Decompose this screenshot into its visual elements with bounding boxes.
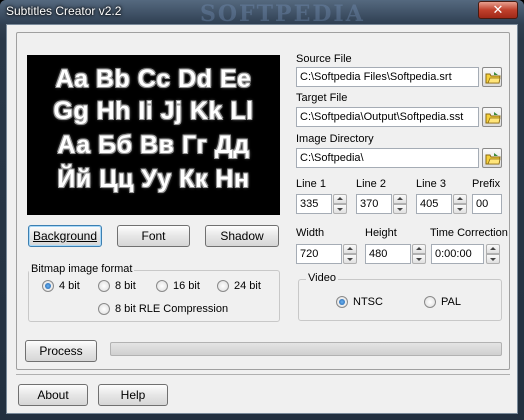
line2-field[interactable]: 370 <box>356 194 392 214</box>
help-button[interactable]: Help <box>98 384 168 406</box>
target-file-label: Target File <box>296 92 348 104</box>
font-button-label: Font <box>141 229 166 243</box>
background-button[interactable]: Background <box>28 225 102 247</box>
height-field[interactable]: 480 <box>365 244 411 264</box>
prefix-field[interactable]: 00 <box>472 194 502 214</box>
radio-8bit-rle[interactable]: 8 bit RLE Compression <box>98 302 228 316</box>
radio-4bit[interactable]: 4 bit <box>42 279 80 293</box>
prefix-label: Prefix <box>472 178 501 190</box>
radio-ntsc-label: NTSC <box>353 296 383 308</box>
radio-4bit-label: 4 bit <box>59 280 80 292</box>
radio-selected-icon <box>42 280 54 292</box>
radio-ntsc[interactable]: NTSC <box>336 295 383 309</box>
target-file-field[interactable]: C:\Softpedia\Output\Softpedia.sst <box>296 107 479 127</box>
shadow-button-label: Shadow <box>220 229 264 243</box>
spin-up-icon[interactable] <box>412 244 426 254</box>
spin-up-icon[interactable] <box>453 194 467 204</box>
shadow-button[interactable]: Shadow <box>205 225 279 247</box>
subtitle-preview: Aa Bb Cc Dd Ee Gg Hh Ii Jj Kk Ll Аа Бб В… <box>27 55 280 215</box>
line3-field[interactable]: 405 <box>416 194 452 214</box>
radio-16bit-label: 16 bit <box>173 280 200 292</box>
folder-icon <box>485 153 501 165</box>
image-directory-field[interactable]: C:\Softpedia\ <box>296 148 479 168</box>
process-button-label: Process <box>39 344 83 358</box>
radio-icon <box>98 280 110 292</box>
line2-label: Line 2 <box>356 178 386 190</box>
line3-label: Line 3 <box>416 178 446 190</box>
radio-8bit-rle-label: 8 bit RLE Compression <box>115 303 229 315</box>
radio-8bit[interactable]: 8 bit <box>98 279 136 293</box>
spin-down-icon[interactable] <box>393 204 407 214</box>
spin-down-icon[interactable] <box>333 204 347 214</box>
time-correction-stepper[interactable] <box>486 244 500 264</box>
line1-field[interactable]: 335 <box>296 194 332 214</box>
browse-target-button[interactable] <box>482 107 502 127</box>
width-label: Width <box>296 227 325 239</box>
folder-icon <box>485 72 501 84</box>
time-correction-label: Time Correction <box>430 227 508 239</box>
spin-up-icon[interactable] <box>486 244 500 254</box>
time-correction-field[interactable]: 0:00:00 <box>431 244 484 264</box>
source-file-label: Source File <box>296 53 352 65</box>
line2-stepper[interactable] <box>393 194 407 214</box>
radio-icon <box>424 296 436 308</box>
browse-source-button[interactable] <box>482 67 502 87</box>
image-directory-label: Image Directory <box>296 133 374 145</box>
video-group <box>298 279 502 321</box>
source-file-field[interactable]: C:\Softpedia Files\Softpedia.srt <box>296 67 479 87</box>
preview-line-2: Gg Hh Ii Jj Kk Ll <box>53 97 254 125</box>
about-button[interactable]: About <box>18 384 88 406</box>
spin-up-icon[interactable] <box>393 194 407 204</box>
video-legend: Video <box>306 272 338 284</box>
line1-stepper[interactable] <box>333 194 347 214</box>
radio-icon <box>98 303 110 315</box>
height-label: Height <box>365 227 397 239</box>
font-button[interactable]: Font <box>117 225 190 247</box>
title-bar[interactable]: Subtitles Creator v2.2 SOFTPEDIA ✕ <box>0 0 524 27</box>
width-field[interactable]: 720 <box>296 244 342 264</box>
height-stepper[interactable] <box>412 244 426 264</box>
preview-line-1: Aa Bb Cc Dd Ee <box>55 65 252 93</box>
spin-up-icon[interactable] <box>343 244 357 254</box>
radio-pal[interactable]: PAL <box>424 295 461 309</box>
progress-bar <box>110 342 502 356</box>
close-icon: ✕ <box>492 2 504 17</box>
spin-down-icon[interactable] <box>343 254 357 264</box>
spin-up-icon[interactable] <box>333 194 347 204</box>
spin-down-icon[interactable] <box>453 204 467 214</box>
preview-line-3: Аа Бб Вв Гг Дд <box>57 131 250 159</box>
line1-label: Line 1 <box>296 178 326 190</box>
radio-8bit-label: 8 bit <box>115 280 136 292</box>
preview-line-4: Йй Цц Уу Кк Нн <box>57 165 250 193</box>
radio-icon <box>217 280 229 292</box>
radio-icon <box>156 280 168 292</box>
help-button-label: Help <box>120 388 146 402</box>
about-button-label: About <box>37 388 69 402</box>
folder-icon <box>485 112 501 124</box>
process-button[interactable]: Process <box>25 340 97 362</box>
bottom-separator <box>16 374 510 375</box>
spin-down-icon[interactable] <box>412 254 426 264</box>
radio-pal-label: PAL <box>441 296 461 308</box>
radio-selected-icon <box>336 296 348 308</box>
radio-24bit-label: 24 bit <box>234 280 261 292</box>
window-title: Subtitles Creator v2.2 <box>6 4 122 18</box>
radio-16bit[interactable]: 16 bit <box>156 279 200 293</box>
radio-24bit[interactable]: 24 bit <box>217 279 261 293</box>
browse-image-dir-button[interactable] <box>482 148 502 168</box>
line3-stepper[interactable] <box>453 194 467 214</box>
spin-down-icon[interactable] <box>486 254 500 264</box>
width-stepper[interactable] <box>343 244 357 264</box>
close-button[interactable]: ✕ <box>478 1 518 19</box>
bitmap-format-legend: Bitmap image format <box>29 263 135 275</box>
background-button-label: Background <box>32 229 98 243</box>
